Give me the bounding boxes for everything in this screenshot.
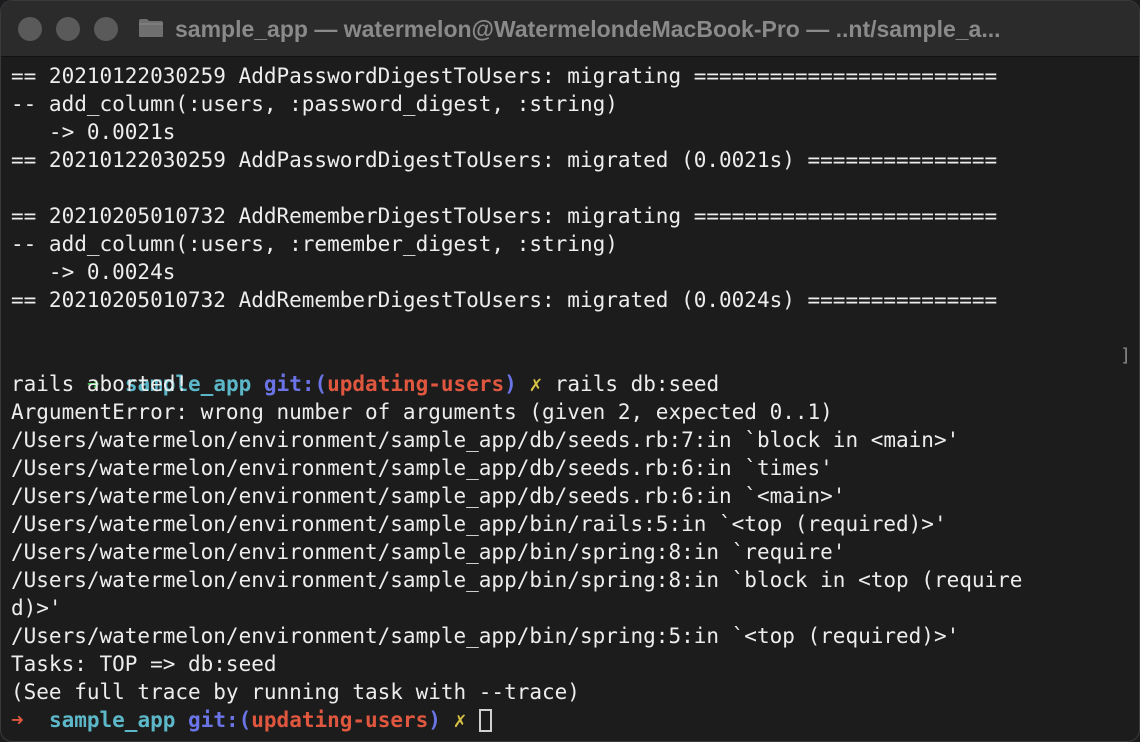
prompt-directory: sample_app xyxy=(48,708,176,732)
output-line: == 20210122030259 AddPasswordDigestToUse… xyxy=(11,64,998,88)
output-line: == 20210205010732 AddRememberDigestToUse… xyxy=(11,288,998,312)
output-line: /Users/watermelon/environment/sample_app… xyxy=(11,568,1023,592)
output-line: -- add_column(:users, :remember_digest, … xyxy=(11,232,618,256)
close-button[interactable] xyxy=(18,17,42,41)
title-bar[interactable]: sample_app — watermelon@WatermelondeMacB… xyxy=(1,1,1139,57)
folder-icon xyxy=(139,19,163,37)
text-cursor[interactable] xyxy=(478,709,492,732)
output-line: rails aborted! xyxy=(11,372,189,396)
window-title: sample_app — watermelon@WatermelondeMacB… xyxy=(175,16,1001,42)
error-output: rails aborted! ArgumentError: wrong numbe… xyxy=(11,370,1131,706)
terminal-window: sample_app — watermelon@WatermelondeMacB… xyxy=(0,0,1140,742)
output-line: Tasks: TOP => db:seed xyxy=(11,652,277,676)
prompt-arrow-icon: ➜ xyxy=(11,708,24,732)
prompt-mark-left: [ xyxy=(11,342,14,370)
output-line: == 20210122030259 AddPasswordDigestToUse… xyxy=(11,148,998,172)
zoom-button[interactable] xyxy=(94,17,118,41)
output-line: -> 0.0024s xyxy=(11,260,176,284)
output-line: -- add_column(:users, :password_digest, … xyxy=(11,92,618,116)
terminal-output[interactable]: == 20210122030259 AddPasswordDigestToUse… xyxy=(11,62,1131,738)
output-line: d)>' xyxy=(11,596,62,620)
output-line: /Users/watermelon/environment/sample_app… xyxy=(11,484,846,508)
output-line: -> 0.0021s xyxy=(11,120,176,144)
prompt-mark-right: ] xyxy=(1120,345,1131,366)
output-line: == 20210205010732 AddRememberDigestToUse… xyxy=(11,204,998,228)
prompt-line-1: [➜ sample_app git:(updating-users) ✗ rai… xyxy=(11,342,1131,396)
prompt-branch: updating-users xyxy=(251,708,429,732)
prompt-git-label: git:( xyxy=(188,708,252,732)
minimize-button[interactable] xyxy=(56,17,80,41)
dirty-marker-icon: ✗ xyxy=(453,708,467,732)
output-line: (See full trace by running task with --t… xyxy=(11,680,580,704)
prompt-git-close: ) xyxy=(428,708,441,732)
output-line: /Users/watermelon/environment/sample_app… xyxy=(11,428,960,452)
output-line: /Users/watermelon/environment/sample_app… xyxy=(11,624,960,648)
output-line: ArgumentError: wrong number of arguments… xyxy=(11,400,833,424)
output-line: /Users/watermelon/environment/sample_app… xyxy=(11,456,833,480)
output-line: /Users/watermelon/environment/sample_app… xyxy=(11,540,846,564)
migration-output: == 20210122030259 AddPasswordDigestToUse… xyxy=(11,62,1131,342)
prompt-line-2[interactable]: ➜ sample_app git:(updating-users) ✗ xyxy=(11,706,1131,734)
output-line: /Users/watermelon/environment/sample_app… xyxy=(11,512,947,536)
